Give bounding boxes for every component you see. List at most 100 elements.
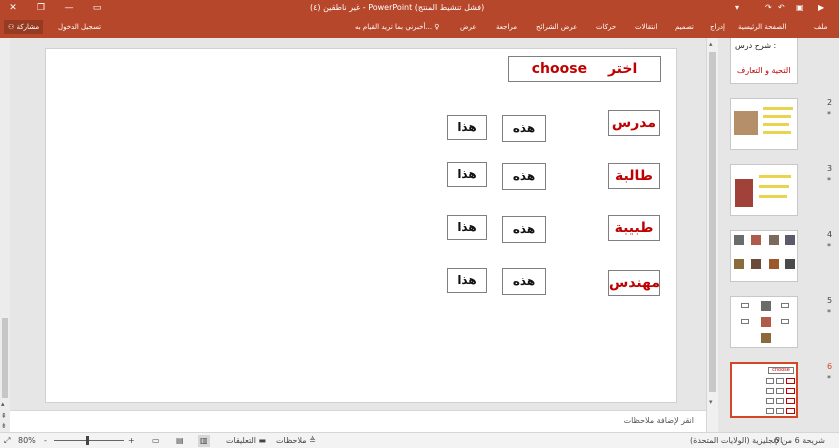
thumb-star-4: * <box>827 242 831 251</box>
zoom-slider[interactable] <box>54 440 124 441</box>
thumb2-line <box>763 123 789 126</box>
language-indicator[interactable]: الإنجليزية (الولايات المتحدة) <box>690 435 782 447</box>
thumbnail-slide-5[interactable] <box>730 296 798 348</box>
tab-design[interactable]: تصميم <box>675 21 694 33</box>
ribbon-display-icon[interactable]: ▭ <box>88 0 106 16</box>
tab-animations[interactable]: حركات <box>596 21 616 33</box>
start-slideshow-icon[interactable]: ▶ <box>818 2 824 14</box>
zoom-out-button[interactable]: - <box>44 435 47 447</box>
thumb6-box <box>786 408 795 414</box>
thumb6-box <box>776 408 784 414</box>
thumb4-photo <box>769 235 779 245</box>
thumb6-box <box>776 388 784 394</box>
left-scroll-thumb[interactable] <box>2 318 8 398</box>
thumbnail-slide-2[interactable] <box>730 98 798 150</box>
share-button[interactable]: ⚇ مشاركة <box>4 20 44 34</box>
option-box-hadhihi-2[interactable]: هذه <box>502 163 546 190</box>
scrollbar-thumb[interactable] <box>709 52 716 392</box>
tab-review[interactable]: مراجعة <box>496 21 517 33</box>
prev-slide-icon[interactable]: ⇞ <box>1 412 7 420</box>
thumb-number-6: 6 <box>827 362 833 371</box>
thumb3-line <box>759 185 789 188</box>
thumb-star-3: * <box>827 176 831 185</box>
thumb4-photo <box>769 259 779 269</box>
notes-button[interactable]: ملاحظات ≜ <box>276 435 316 447</box>
option-box-hadha-3[interactable]: هذا <box>447 215 487 240</box>
word-box-3[interactable]: طبيبة <box>608 215 660 241</box>
tab-insert[interactable]: إدراج <box>710 21 725 33</box>
header-english: choose <box>531 61 588 77</box>
tab-slideshow[interactable]: عرض الشرائح <box>536 21 577 33</box>
slide-canvas[interactable]: choose اختر مدرس هذه هذا طالبة هذه هذا ط… <box>45 48 677 403</box>
tab-view[interactable]: عرض <box>460 21 477 33</box>
next-slide-icon[interactable]: ⇟ <box>1 422 7 430</box>
thumbnail-slide-6[interactable]: choose <box>730 362 798 418</box>
scroll-down-arrow-icon[interactable]: ▾ <box>709 398 713 406</box>
redo-icon[interactable]: ↷ <box>765 2 772 14</box>
notes-placeholder: انقر لإضافة ملاحظات <box>623 416 694 425</box>
tell-me-box[interactable]: أخبرني بما تريد القيام به... ♀ <box>355 21 439 33</box>
option-box-hadhihi-3[interactable]: هذه <box>502 216 546 243</box>
sign-in-link[interactable]: تسجيل الدخول <box>58 21 101 33</box>
thumb2-line <box>763 131 791 134</box>
word-box-2[interactable]: طالبة <box>608 163 660 189</box>
fit-slide-icon[interactable]: ⤢ <box>4 435 10 447</box>
slide-thumbnails-pane: شرح درس : التحية و التعارف 2 * 3 * 4 * 5… <box>718 38 839 432</box>
thumb2-photo <box>734 111 758 135</box>
thumbnail-slide-3[interactable] <box>730 164 798 216</box>
thumb5-box <box>741 319 749 324</box>
thumb4-photo <box>751 235 761 245</box>
option-box-hadha-1[interactable]: هذا <box>447 115 487 140</box>
reading-view-icon[interactable]: ▤ <box>176 435 184 447</box>
thumb3-photo <box>735 179 753 207</box>
notes-icon: ≜ <box>306 436 316 445</box>
zoom-in-button[interactable]: + <box>128 435 135 447</box>
comment-icon: ▬ <box>256 436 267 445</box>
tab-file[interactable]: ملف <box>814 21 827 33</box>
status-bar: ⤢ 80% - + ▭ ▤ ▥ التعليقات ▬ ملاحظات ≜ ال… <box>0 432 839 448</box>
thumb5-box <box>781 303 789 308</box>
thumb-number-5: 5 <box>827 296 833 305</box>
title-bar: ✕ ❐ — ▭ غير ناطقين (٤) - PowerPoint (فشل… <box>0 0 839 16</box>
slideshow-view-icon[interactable]: ▭ <box>152 435 160 447</box>
ribbon-tabs: ⚇ مشاركة تسجيل الدخول أخبرني بما تريد ال… <box>0 16 839 38</box>
word-box-1[interactable]: مدرس <box>608 110 660 136</box>
thumb1-line2: التحية و التعارف <box>737 66 791 75</box>
editor-scrollbar[interactable]: ▴ ▾ <box>706 38 718 432</box>
save-icon[interactable]: ▣ <box>796 2 804 14</box>
header-box[interactable]: choose اختر <box>508 56 661 82</box>
thumb3-line <box>759 175 791 178</box>
undo-icon[interactable]: ↶ <box>778 2 785 14</box>
option-box-hadhihi-1[interactable]: هذه <box>502 115 546 142</box>
comments-button[interactable]: التعليقات ▬ <box>226 435 266 447</box>
window-title: غير ناطقين (٤) - PowerPoint (فشل تنشيط ا… <box>310 3 485 12</box>
thumb5-box <box>781 319 789 324</box>
minimize-button[interactable]: — <box>60 0 78 16</box>
option-box-hadha-4[interactable]: هذا <box>447 268 487 293</box>
word-box-4[interactable]: مهندس <box>608 270 660 296</box>
thumb2-line <box>763 115 791 118</box>
normal-view-icon[interactable]: ▥ <box>198 435 210 447</box>
restore-button[interactable]: ❐ <box>32 0 50 16</box>
thumbnail-slide-4[interactable] <box>730 230 798 282</box>
scroll-up-icon[interactable]: ▴ <box>1 400 5 408</box>
thumb4-photo <box>734 259 744 269</box>
notes-pane[interactable]: انقر لإضافة ملاحظات <box>10 410 706 432</box>
customize-icon[interactable]: ▾ <box>735 2 739 14</box>
thumb6-box <box>766 408 774 414</box>
close-button[interactable]: ✕ <box>4 0 22 16</box>
thumb6-box <box>776 378 784 384</box>
thumb6-box <box>766 388 774 394</box>
slide-editor: choose اختر مدرس هذه هذا طالبة هذه هذا ط… <box>10 38 706 432</box>
tab-home[interactable]: الصفحة الرئيسية <box>738 21 786 33</box>
zoom-slider-thumb[interactable] <box>86 436 89 445</box>
thumb2-line <box>763 107 793 110</box>
thumb6-box <box>766 398 774 404</box>
option-box-hadhihi-4[interactable]: هذه <box>502 268 546 295</box>
scroll-up-arrow-icon[interactable]: ▴ <box>709 40 713 48</box>
option-box-hadha-2[interactable]: هذا <box>447 162 487 187</box>
tab-transitions[interactable]: انتقالات <box>635 21 657 33</box>
zoom-level[interactable]: 80% <box>18 435 36 447</box>
thumb5-box <box>741 303 749 308</box>
thumbnail-slide-1[interactable]: شرح درس : التحية و التعارف <box>730 38 798 84</box>
